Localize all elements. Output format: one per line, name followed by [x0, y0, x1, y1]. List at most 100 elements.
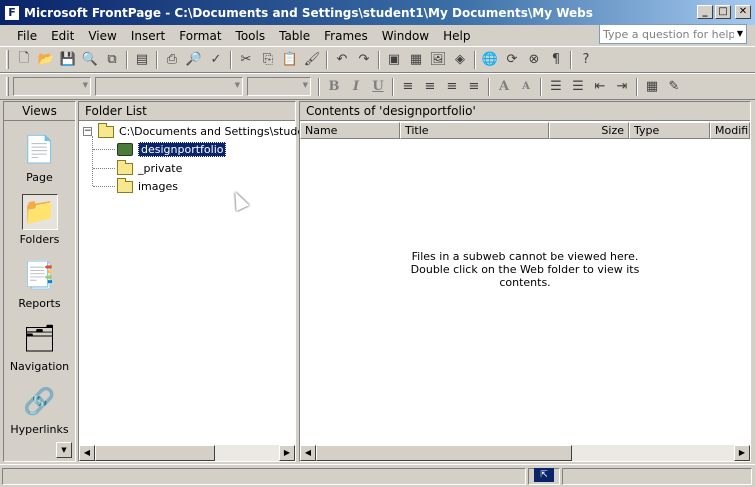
- toolbar-grip[interactable]: [6, 50, 9, 69]
- chevron-down-icon[interactable]: ▼: [734, 25, 746, 43]
- scroll-left-icon[interactable]: ◀: [79, 445, 95, 461]
- subweb-message-line: contents.: [499, 276, 551, 289]
- collapse-icon[interactable]: −: [83, 127, 92, 136]
- decrease-indent-icon[interactable]: ⇤: [589, 76, 611, 98]
- contents-hscroll[interactable]: ◀ ▶: [300, 445, 750, 461]
- frontpage-app-icon[interactable]: F: [4, 4, 20, 21]
- numbering-icon[interactable]: ☰: [545, 76, 567, 98]
- menu-edit[interactable]: Edit: [44, 29, 81, 43]
- italic-icon[interactable]: I: [345, 76, 367, 98]
- toolbar-separator: [318, 77, 320, 96]
- view-navigation-label: Navigation: [9, 360, 70, 373]
- menu-view[interactable]: View: [81, 29, 123, 43]
- status-cell-extra: [562, 468, 752, 485]
- scroll-thumb[interactable]: [95, 445, 215, 461]
- folder-list-hscroll[interactable]: ◀ ▶: [79, 445, 295, 461]
- scroll-thumb[interactable]: [316, 445, 572, 461]
- column-title[interactable]: Title: [400, 122, 549, 139]
- scroll-right-icon[interactable]: ▶: [279, 445, 295, 461]
- ask-question-box[interactable]: Type a question for help ▼: [599, 24, 747, 44]
- stop-icon[interactable]: ⊗: [523, 49, 545, 71]
- menu-table[interactable]: Table: [272, 29, 317, 43]
- minimize-button[interactable]: _: [697, 5, 713, 19]
- insert-table-icon[interactable]: ▦: [405, 49, 427, 71]
- tree-item-designportfolio[interactable]: designportfolio: [117, 141, 227, 158]
- publish-icon[interactable]: ⧉: [101, 49, 123, 71]
- view-navigation[interactable]: 🗂 Navigation: [4, 321, 75, 373]
- hyperlink-icon[interactable]: 🌐: [479, 49, 501, 71]
- folder-list-header: Folder List: [79, 102, 295, 121]
- increase-indent-icon[interactable]: ⇥: [611, 76, 633, 98]
- folder-icon: [117, 159, 133, 175]
- close-button[interactable]: ✕: [735, 5, 751, 19]
- undo-icon[interactable]: ↶: [331, 49, 353, 71]
- cut-icon[interactable]: ✂: [235, 49, 257, 71]
- menu-format[interactable]: Format: [172, 29, 228, 43]
- scroll-right-icon[interactable]: ▶: [734, 445, 750, 461]
- toolbar-grip[interactable]: [6, 77, 9, 96]
- borders-icon[interactable]: ▦: [641, 76, 663, 98]
- tree-item-private[interactable]: _private: [117, 159, 182, 177]
- column-type[interactable]: Type: [629, 122, 710, 139]
- view-hyperlinks[interactable]: 🔗 Hyperlinks: [4, 384, 75, 436]
- insert-component-icon[interactable]: ▣: [383, 49, 405, 71]
- show-all-icon[interactable]: ¶: [545, 49, 567, 71]
- align-center-icon[interactable]: ≡: [419, 76, 441, 98]
- menu-help[interactable]: Help: [436, 29, 477, 43]
- contents-pane: Contents of 'designportfolio' Name Title…: [299, 101, 751, 462]
- column-headers: Name Title Size Type Modifie: [300, 122, 750, 139]
- menu-frames[interactable]: Frames: [317, 29, 375, 43]
- toolbar-separator: [392, 77, 394, 96]
- new-page-icon[interactable]: 🗋: [13, 49, 35, 71]
- tree-line: [93, 149, 115, 150]
- toolbar-separator: [636, 77, 638, 96]
- window-title: Microsoft FrontPage - C:\Documents and S…: [24, 5, 593, 20]
- column-name[interactable]: Name: [300, 122, 400, 139]
- preview-icon[interactable]: 🔎: [183, 49, 205, 71]
- contents-header: Contents of 'designportfolio': [300, 102, 750, 121]
- tree-item-label: images: [138, 180, 178, 193]
- redo-icon[interactable]: ↷: [353, 49, 375, 71]
- column-size[interactable]: Size: [549, 122, 629, 139]
- paste-icon[interactable]: 📋: [279, 49, 301, 71]
- print-icon[interactable]: ⎙: [161, 49, 183, 71]
- copy-icon[interactable]: ⎘: [257, 49, 279, 71]
- menu-window[interactable]: Window: [375, 29, 436, 43]
- help-icon[interactable]: ?: [575, 49, 597, 71]
- tree-root[interactable]: − C:\Documents and Settings\student1: [83, 122, 322, 140]
- style-select[interactable]: [13, 77, 91, 96]
- view-page[interactable]: 📄 Page: [4, 132, 75, 184]
- maximize-button[interactable]: □: [715, 5, 731, 19]
- align-left-icon[interactable]: ≡: [397, 76, 419, 98]
- font-size-select[interactable]: [247, 77, 311, 96]
- tree-item-label: designportfolio: [138, 142, 227, 157]
- justify-icon[interactable]: ≡: [463, 76, 485, 98]
- menu-insert[interactable]: Insert: [124, 29, 172, 43]
- menu-file[interactable]: File: [10, 29, 44, 43]
- search-icon[interactable]: 🔍: [79, 49, 101, 71]
- align-right-icon[interactable]: ≡: [441, 76, 463, 98]
- spelling-icon[interactable]: ✓: [205, 49, 227, 71]
- open-icon[interactable]: 📂: [35, 49, 57, 71]
- save-icon[interactable]: 💾: [57, 49, 79, 71]
- view-reports[interactable]: 📑 Reports: [4, 258, 75, 310]
- tree-item-images[interactable]: images: [117, 177, 178, 195]
- views-scroll-down[interactable]: ▼: [56, 442, 72, 458]
- toggle-pane-icon[interactable]: ▤: [131, 49, 153, 71]
- drawing-icon[interactable]: ◈: [449, 49, 471, 71]
- font-select[interactable]: [95, 77, 243, 96]
- scroll-left-icon[interactable]: ◀: [300, 445, 316, 461]
- increase-font-icon[interactable]: A: [493, 76, 515, 98]
- decrease-font-icon[interactable]: A: [515, 76, 537, 98]
- format-painter-icon[interactable]: 🖌: [301, 49, 323, 71]
- reports-view-icon: 📑: [23, 261, 56, 291]
- column-modified[interactable]: Modifie: [710, 122, 750, 139]
- menu-tools[interactable]: Tools: [229, 29, 273, 43]
- refresh-icon[interactable]: ⟳: [501, 49, 523, 71]
- underline-icon[interactable]: U: [367, 76, 389, 98]
- bullets-icon[interactable]: ☰: [567, 76, 589, 98]
- bold-icon[interactable]: B: [323, 76, 345, 98]
- insert-picture-icon[interactable]: 🖼: [427, 49, 449, 71]
- view-folders[interactable]: 📁 Folders: [4, 194, 75, 246]
- highlight-icon[interactable]: ✎: [663, 76, 685, 98]
